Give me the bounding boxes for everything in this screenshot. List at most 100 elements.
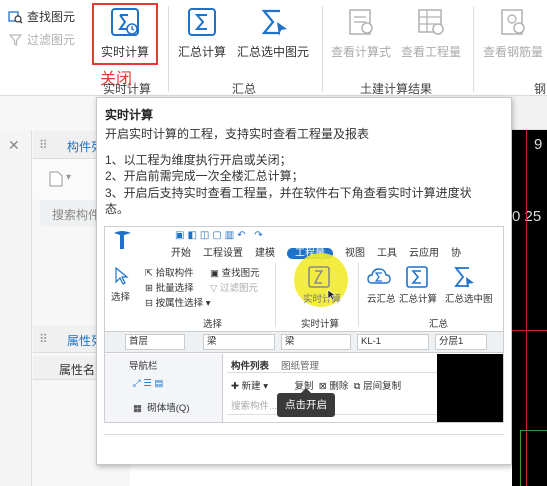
mini-menu-item: 建模 bbox=[255, 248, 275, 259]
mini-left-strip bbox=[105, 354, 125, 422]
logo-icon bbox=[114, 231, 131, 249]
group-label-summary: 汇总 bbox=[231, 82, 256, 96]
mini-menu-item: 工具 bbox=[377, 248, 397, 259]
grid-line bbox=[520, 430, 547, 486]
cloud-sigma-icon bbox=[367, 268, 391, 284]
mini-canvas bbox=[437, 354, 503, 422]
mini-combo-layer: 分层1 bbox=[435, 334, 487, 350]
view-rebar-label: 查看钢筋量 bbox=[482, 45, 543, 59]
view-formula-label: 查看计算式 bbox=[330, 45, 391, 59]
tooltip-arrow bbox=[301, 388, 311, 393]
mini-menu-item: 协 bbox=[451, 248, 461, 259]
left-side-bar bbox=[0, 130, 32, 486]
mini-select-label: 选择 bbox=[111, 292, 131, 303]
chevron-down-icon[interactable]: ▾ bbox=[66, 172, 71, 183]
mini-menu-item: 视图 bbox=[345, 248, 365, 259]
summary-calc-label: 汇总计算 bbox=[177, 45, 226, 59]
mini-drawing-tab: 图纸管理 bbox=[281, 361, 320, 372]
tooltip-title: 实时计算 bbox=[105, 108, 154, 122]
separator bbox=[168, 6, 169, 92]
mini-sigma-icon bbox=[406, 266, 428, 288]
view-formula-button[interactable]: 查看计算式 bbox=[326, 7, 396, 60]
drag-handle-icon[interactable]: ⠿ bbox=[39, 138, 48, 152]
view-quantity-button[interactable]: 查看工程量 bbox=[398, 7, 464, 60]
mini-click-tooltip: 点击开启 bbox=[277, 393, 335, 417]
mini-batch-select: ⊞ 批量选择 bbox=[145, 283, 194, 294]
group-label-civil: 土建计算结果 bbox=[359, 82, 432, 96]
drag-handle-icon[interactable]: ⠿ bbox=[39, 332, 48, 346]
mouse-cursor-icon bbox=[327, 289, 337, 301]
mini-floor-copy-label: 层间复制 bbox=[363, 381, 402, 392]
mini-group-select: 选择 bbox=[203, 319, 223, 330]
realtime-calc-label: 实时计算 bbox=[100, 45, 149, 59]
mini-combo-floor: 首层 bbox=[125, 334, 185, 350]
tooltip-item: 3、开启后支持实时查看工程量，并在软件右下角查看实时计算进度状 bbox=[105, 186, 472, 200]
filter-element-label: 过滤图元 bbox=[27, 33, 76, 47]
formula-icon bbox=[349, 9, 373, 35]
group-label-realtime: 实时计算 bbox=[102, 82, 151, 96]
mini-masonry-label: 砌体墙(Q) bbox=[147, 403, 190, 414]
mini-delete-label: 删除 bbox=[329, 381, 349, 392]
mini-nav-item: ▦ 砌体墙(Q) bbox=[133, 403, 190, 414]
axis-number: 9 bbox=[534, 136, 543, 153]
mini-attr-label: 按属性选择 bbox=[155, 298, 204, 309]
mini-summary-calc-label: 汇总计算 bbox=[399, 294, 438, 305]
realtime-calc-button[interactable]: 实时计算 bbox=[94, 7, 156, 60]
search-placeholder: 搜索构件 bbox=[52, 208, 101, 222]
separator bbox=[358, 263, 359, 327]
mini-ribbon: 开始 工程设置 建模 工程量 视图 工具 云应用协 ▣◧◫▢▥↶ ↷ 选择 ⇱ 拾取构件 ⊞… bbox=[105, 227, 503, 330]
tooltip-item: 态。 bbox=[105, 202, 130, 216]
mini-select-by-attr: ⊟ 按属性选择 ▾ bbox=[145, 298, 211, 309]
property-name-header: 属性名 bbox=[59, 363, 96, 377]
mini-pick-component: ⇱ 拾取构件 bbox=[145, 268, 194, 279]
summary-selected-button[interactable]: 汇总选中图元 bbox=[233, 7, 313, 60]
mini-combo-row: 首层 梁 梁 KL-1 分层1 bbox=[105, 331, 503, 353]
sigma-arrow-icon bbox=[261, 9, 287, 36]
tooltip-item: 2、开启前需完成一次全楼汇总计算； bbox=[105, 169, 304, 183]
mini-comp-list-tab: 构件列表 bbox=[231, 361, 270, 372]
ribbon: 查找图元 过滤图元 实时计算 关闭 实时计算 汇总计算 汇总选中图元 汇总 查看… bbox=[0, 0, 547, 96]
grid-line bbox=[512, 330, 547, 331]
quick-access-icons: ▣◧◫▢▥↶ ↷ bbox=[175, 230, 266, 241]
drawing-canvas[interactable]: 9 0 25 bbox=[512, 130, 547, 486]
tooltip-divider bbox=[104, 434, 504, 435]
separator bbox=[473, 6, 474, 92]
mini-combo-beam: 梁 bbox=[281, 334, 351, 350]
find-element-button[interactable]: 查找图元 bbox=[8, 8, 75, 25]
mini-realtime-icon bbox=[308, 266, 330, 288]
filter-icon bbox=[8, 33, 23, 46]
summary-selected-label: 汇总选中图元 bbox=[236, 45, 309, 59]
mini-combo-beam: 梁 bbox=[203, 334, 275, 350]
mini-filter-element: ▽ 过滤图元 bbox=[210, 283, 258, 294]
sigma-icon bbox=[188, 8, 216, 36]
summary-calc-button[interactable]: 汇总计算 bbox=[174, 7, 230, 60]
mini-nav-title: 导航栏 bbox=[129, 361, 158, 372]
rebar-icon bbox=[501, 9, 525, 35]
tooltip-item: 1、以工程为维度执行开启或关闭； bbox=[105, 153, 292, 167]
mini-toolbar: ✚ 新建 ▾ 复制 ⊠ 删除 ⧉ 层间复制 bbox=[231, 381, 402, 392]
realtime-calc-tooltip: 实时计算 开启实时计算的工程，支持实时查看工程量及报表 1、以工程为维度执行开启… bbox=[96, 97, 512, 465]
mini-search-input: 搜索构件... bbox=[231, 401, 277, 412]
mini-cloud-summary-label: 云汇总 bbox=[367, 294, 396, 305]
group-label-rebar: 钢 bbox=[534, 82, 547, 96]
separator bbox=[275, 263, 276, 327]
new-file-icon[interactable] bbox=[49, 171, 63, 187]
find-element-label: 查找图元 bbox=[27, 10, 76, 24]
view-quantity-label: 查看工程量 bbox=[400, 45, 461, 59]
mini-combo-kl: KL-1 bbox=[357, 334, 429, 350]
view-rebar-button[interactable]: 查看钢筋量 bbox=[478, 7, 547, 60]
filter-element-button[interactable]: 过滤图元 bbox=[8, 31, 75, 48]
find-element-icon bbox=[8, 10, 23, 23]
mini-menu-item: 云应用 bbox=[409, 248, 439, 259]
realtime-calc-icon bbox=[111, 8, 139, 36]
select-cursor-icon bbox=[115, 267, 129, 285]
mini-batch-label: 批量选择 bbox=[155, 283, 194, 294]
mini-find-label: 查找图元 bbox=[221, 268, 260, 279]
mini-pick-label: 拾取构件 bbox=[155, 268, 194, 279]
close-icon[interactable]: ✕ bbox=[8, 137, 20, 154]
mini-summary-selected-label: 汇总选中图 bbox=[445, 294, 493, 305]
divider bbox=[227, 372, 437, 373]
quantity-table-icon bbox=[418, 9, 444, 35]
tooltip-description: 开启实时计算的工程，支持实时查看工程量及报表 bbox=[105, 127, 370, 141]
tooltip-preview-image: 开始 工程设置 建模 工程量 视图 工具 云应用协 ▣◧◫▢▥↶ ↷ 选择 ⇱ 拾取构件 ⊞… bbox=[104, 226, 504, 423]
